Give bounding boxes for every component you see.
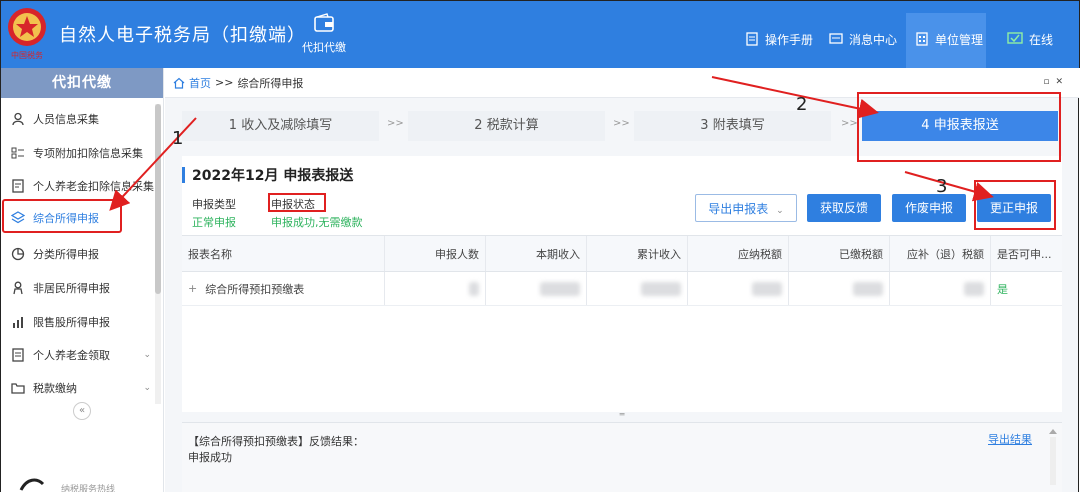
step-tax-calculation[interactable]: 2 税款计算 (408, 111, 605, 141)
redacted-cell (587, 272, 688, 305)
nav-unit-management[interactable]: 单位管理 (915, 27, 983, 51)
step-income-deduction[interactable]: 1 收入及减除填写 (182, 111, 379, 141)
sidebar: 代扣代缴 人员信息采集 专项附加扣除信息采集 个人养老金扣除信息采集 综合所得申… (0, 68, 164, 492)
sidebar-item-nonresident-income[interactable]: 非居民所得申报 (1, 274, 161, 302)
redacted-cell (486, 272, 587, 305)
annotation-number-1: 1 (172, 128, 184, 149)
wallet-icon (314, 13, 334, 32)
feedback-result: 申报成功 (188, 451, 232, 464)
table-row[interactable]: + 综合所得预扣预缴表 是 (182, 272, 1062, 306)
sidebar-item-tax-payment[interactable]: 税款缴纳 ⌄ (1, 374, 161, 402)
step-separator: >> (613, 118, 630, 129)
sidebar-item-comprehensive-income[interactable]: 综合所得申报 (1, 204, 161, 232)
sidebar-item-restricted-stock[interactable]: 限售股所得申报 (1, 308, 161, 336)
message-icon (829, 33, 843, 44)
feedback-scrollbar[interactable] (1048, 427, 1058, 487)
hotline-logo-icon (19, 478, 45, 491)
svg-text:中国税务: 中国税务 (11, 50, 43, 60)
sidebar-item-category-income[interactable]: 分类所得申报 (1, 240, 161, 268)
column-header[interactable]: 累计收入 (587, 236, 688, 271)
expand-icon[interactable]: + (188, 282, 197, 295)
online-icon (1007, 32, 1023, 44)
nav-messages[interactable]: 消息中心 (829, 27, 897, 51)
column-header[interactable]: 申报人数 (385, 236, 486, 271)
main-content: 首页 >> 综合所得申报 ▫✕ 1 收入及减除填写 >> 2 税款计算 >> 3… (165, 68, 1079, 492)
bar-chart-icon (13, 317, 23, 328)
correct-declaration-button[interactable]: 更正申报 (977, 194, 1051, 222)
column-header[interactable]: 应纳税额 (688, 236, 789, 271)
feedback-header: 【综合所得预扣预缴表】反馈结果： (188, 435, 364, 448)
step-attachment[interactable]: 3 附表填写 (634, 111, 831, 141)
panel-splitter[interactable]: ═ (182, 411, 1062, 420)
title-bar: 中国税务 自然人电子税务局（扣缴端） 代扣代缴 操作手册 消息中心 单位管理 在… (0, 0, 1080, 69)
declaration-panel: 2022年12月 申报表报送 申报类型 正常申报 申报状态 申报成功,无需缴款 … (182, 156, 1062, 412)
annotation-number-3: 3 (936, 176, 948, 197)
redacted-cell (789, 272, 890, 305)
export-result-link[interactable]: 导出结果 (988, 431, 1032, 447)
panel-title: 2022年12月 申报表报送 (182, 166, 353, 184)
get-feedback-button[interactable]: 获取反馈 (807, 194, 881, 222)
window-buttons[interactable]: ▫✕ (1043, 77, 1069, 87)
annotation-number-2: 2 (796, 94, 808, 115)
home-icon[interactable] (173, 77, 185, 89)
nav-daikou-label: 代扣代缴 (302, 41, 346, 54)
document-icon (12, 348, 24, 362)
nav-online-status[interactable]: 在线 (1007, 27, 1053, 51)
sidebar-title: 代扣代缴 (1, 68, 163, 98)
chevron-down-icon: ⌄ (143, 350, 151, 360)
table-header: 报表名称 申报人数 本期收入 累计收入 应纳税额 已缴税额 应补（退）税额 是否… (182, 236, 1062, 272)
step-separator: >> (387, 118, 404, 129)
redacted-cell (890, 272, 991, 305)
declaration-type-value: 正常申报 (192, 216, 236, 229)
breadcrumb-current: 综合所得申报 (237, 76, 304, 90)
hotline-text: 纳税服务热线 (61, 485, 116, 492)
sidebar-scrollbar[interactable] (155, 104, 161, 404)
person-icon (13, 281, 23, 295)
chevron-down-icon: ⌄ (776, 206, 784, 216)
badge-icon (12, 179, 24, 193)
chevron-down-icon: ⌄ (143, 383, 151, 393)
redacted-cell (688, 272, 789, 305)
building-icon (916, 32, 928, 46)
declaration-type-label: 申报类型 (192, 198, 236, 211)
layers-icon (11, 211, 25, 224)
declaration-status-value: 申报成功,无需缴款 (271, 216, 363, 229)
user-icon (12, 112, 24, 126)
book-icon (746, 32, 758, 46)
breadcrumb: 首页 >> 综合所得申报 ▫✕ (165, 68, 1079, 98)
feedback-panel: 【综合所得预扣预缴表】反馈结果： 申报成功 导出结果 (182, 422, 1062, 492)
nav-daikou-daijiao[interactable]: 代扣代缴 (291, 9, 357, 65)
sidebar-item-pension-deduction[interactable]: 个人养老金扣除信息采集 (1, 172, 161, 200)
column-header[interactable]: 报表名称 (182, 236, 385, 271)
breadcrumb-home-link[interactable]: 首页 (189, 75, 211, 91)
folder-icon (11, 383, 25, 394)
pie-icon (11, 247, 25, 261)
redacted-cell (385, 272, 486, 305)
column-header[interactable]: 已缴税额 (789, 236, 890, 271)
sidebar-item-special-deduction[interactable]: 专项附加扣除信息采集 (1, 139, 161, 167)
column-header[interactable]: 是否可申... (991, 236, 1061, 271)
column-header[interactable]: 本期收入 (486, 236, 587, 271)
declaration-table: 报表名称 申报人数 本期收入 累计收入 应纳税额 已缴税额 应补（退）税额 是否… (182, 235, 1062, 306)
breadcrumb-separator: >> (215, 76, 234, 89)
void-declaration-button[interactable]: 作废申报 (892, 194, 966, 222)
app-title: 自然人电子税务局（扣缴端） (59, 25, 306, 46)
step-submit-declaration[interactable]: 4 申报表报送 (862, 111, 1058, 141)
sidebar-collapse-button[interactable]: « (73, 402, 91, 420)
list-icon (11, 147, 24, 159)
sidebar-item-pension-receive[interactable]: 个人养老金领取 ⌄ (1, 341, 161, 369)
nav-manual[interactable]: 操作手册 (745, 27, 813, 51)
step-separator: >> (841, 118, 858, 129)
sidebar-item-personnel-info[interactable]: 人员信息采集 (1, 105, 161, 133)
export-declaration-select[interactable]: 导出申报表 ⌄ (695, 194, 797, 222)
can-declare-cell: 是 (997, 282, 1008, 296)
tax-emblem-icon: 中国税务 (8, 8, 46, 60)
declaration-status-label: 申报状态 (271, 198, 315, 211)
report-name-cell: + 综合所得预扣预缴表 (182, 272, 385, 305)
column-header[interactable]: 应补（退）税额 (890, 236, 991, 271)
